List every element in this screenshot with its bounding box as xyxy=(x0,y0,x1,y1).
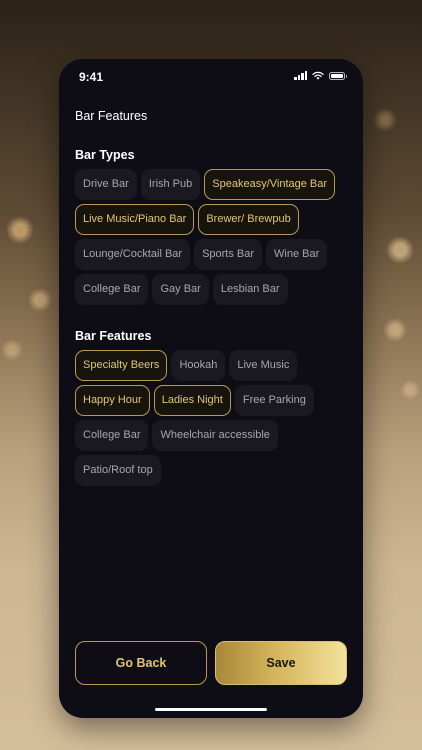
bar-feature-chip[interactable]: Wheelchair accessible xyxy=(152,420,278,451)
home-indicator xyxy=(155,708,267,711)
bar-types-chip-group: Drive Bar Irish Pub Speakeasy/Vintage Bar L… xyxy=(75,169,351,305)
bar-type-chip[interactable]: Irish Pub xyxy=(140,169,201,200)
bar-feature-chip[interactable]: Happy Hour xyxy=(75,385,150,416)
status-icons xyxy=(294,71,347,80)
bar-type-chip[interactable]: Wine Bar xyxy=(266,239,328,270)
bar-features-chip-group: Specialty Beers Hookah Live Music Happy Hou… xyxy=(75,350,351,486)
save-button[interactable]: Save xyxy=(215,641,347,685)
go-back-button[interactable]: Go Back xyxy=(75,641,207,685)
bar-feature-chip[interactable]: Hookah xyxy=(171,350,226,381)
phone-screen: 9:41 Bar Features Bar Types Drive Bar Iri… xyxy=(59,59,363,718)
bar-types-heading: Bar Types xyxy=(75,148,135,162)
bar-type-chip[interactable]: Lesbian Bar xyxy=(212,274,288,305)
bar-feature-chip[interactable]: Patio/Roof top xyxy=(75,455,161,486)
bar-feature-chip[interactable]: Specialty Beers xyxy=(75,350,168,381)
cellular-signal-icon xyxy=(294,71,307,80)
bar-type-chip[interactable]: Sports Bar xyxy=(194,239,263,270)
bar-type-chip[interactable]: College Bar xyxy=(75,274,149,305)
bar-feature-chip[interactable]: Live Music xyxy=(229,350,298,381)
bar-type-chip[interactable]: Live Music/Piano Bar xyxy=(75,204,195,235)
wifi-icon xyxy=(312,71,324,80)
bar-feature-chip[interactable]: College Bar xyxy=(75,420,149,451)
bar-feature-chip[interactable]: Ladies Night xyxy=(153,385,231,416)
bar-feature-chip[interactable]: Free Parking xyxy=(234,385,314,416)
bar-type-chip[interactable]: Drive Bar xyxy=(75,169,137,200)
status-bar: 9:41 xyxy=(59,59,363,95)
bar-type-chip[interactable]: Brewer/ Brewpub xyxy=(198,204,299,235)
bar-type-chip[interactable]: Lounge/Cocktail Bar xyxy=(75,239,191,270)
page-title: Bar Features xyxy=(75,109,148,123)
bar-type-chip[interactable]: Gay Bar xyxy=(152,274,209,305)
bar-type-chip[interactable]: Speakeasy/Vintage Bar xyxy=(204,169,336,200)
bar-features-heading: Bar Features xyxy=(75,329,152,343)
status-time: 9:41 xyxy=(79,70,104,84)
battery-icon xyxy=(329,71,347,80)
